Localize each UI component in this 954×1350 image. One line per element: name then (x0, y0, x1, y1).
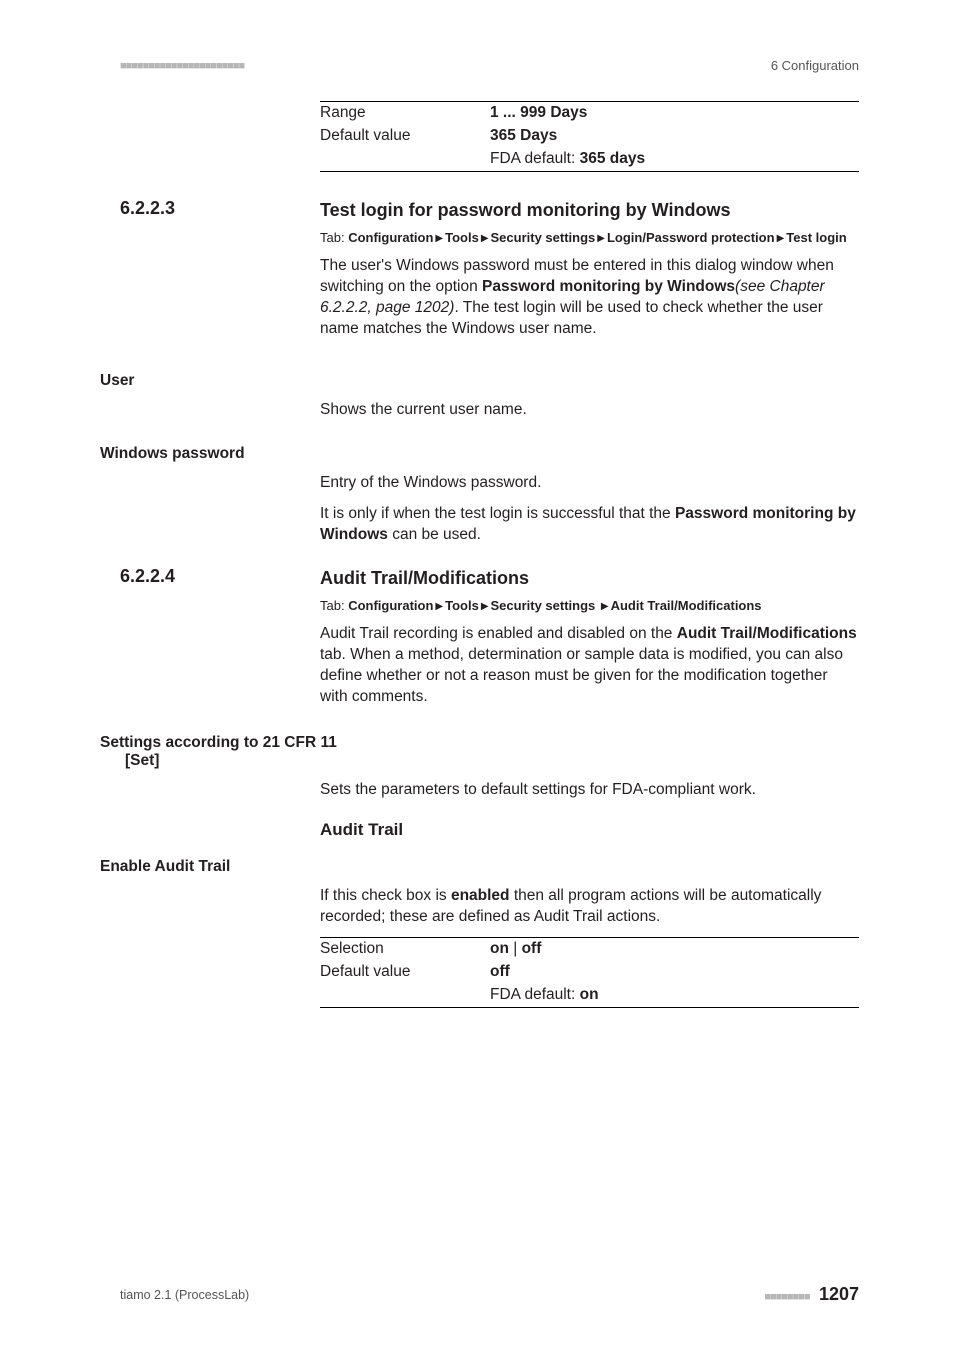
tab-path-6224: Tab: Configuration▶Tools▶Security settin… (320, 597, 859, 615)
breadcrumb: 6 Configuration (771, 58, 859, 73)
table-cell-value: on | off (490, 938, 859, 961)
section-6224-number: 6.2.2.4 (120, 566, 175, 586)
settings-21cfr11-heading: Settings according to 21 CFR 11 (100, 726, 859, 752)
audit-trail-heading: Audit Trail (320, 819, 859, 842)
range-default-table: Range1 ... 999 DaysDefault value365 Days… (320, 101, 859, 172)
table-cell-value: off (490, 961, 859, 984)
text-strong: enabled (451, 887, 510, 904)
set-body: Sets the parameters to default settings … (320, 780, 859, 801)
table-cell-key: Range (320, 102, 490, 125)
header-dots: ■■■■■■■■■■■■■■■■■■■■■■ (120, 60, 244, 72)
user-heading: User (100, 364, 859, 390)
windows-password-body-2: It is only if when the test login is suc… (320, 504, 859, 546)
text: can be used. (388, 526, 481, 543)
windows-password-heading: Windows password (100, 437, 859, 463)
table-cell-key: Selection (320, 938, 490, 961)
footer-left: tiamo 2.1 (ProcessLab) (120, 1288, 249, 1302)
footer-dots: ■■■■■■■■ (764, 1291, 809, 1303)
enable-audit-trail-table: Selectionon | offDefault valueoffFDA def… (320, 937, 859, 1008)
set-button-label: [Set] (100, 752, 859, 770)
table-cell-value: FDA default: 365 days (490, 148, 859, 171)
section-6224-paragraph: Audit Trail recording is enabled and dis… (320, 624, 859, 708)
text-strong: Audit Trail/Modifications (677, 625, 857, 642)
table-cell-value: 1 ... 999 Days (490, 102, 859, 125)
text-strong: Password monitoring by Windows (482, 278, 735, 295)
table-cell-key: Default value (320, 125, 490, 148)
text: Audit Trail recording is enabled and dis… (320, 625, 677, 642)
table-cell-key (320, 984, 490, 1007)
user-body: Shows the current user name. (320, 400, 859, 421)
table-cell-value: FDA default: on (490, 984, 859, 1007)
table-cell-value: 365 Days (490, 125, 859, 148)
page-number: 1207 (819, 1284, 859, 1304)
text: It is only if when the test login is suc… (320, 505, 675, 522)
enable-audit-trail-body: If this check box is enabled then all pr… (320, 886, 859, 928)
table-cell-key: Default value (320, 961, 490, 984)
enable-audit-trail-heading: Enable Audit Trail (100, 850, 859, 876)
section-6223-number: 6.2.2.3 (120, 198, 175, 218)
section-6223-paragraph: The user's Windows password must be ente… (320, 256, 859, 340)
windows-password-body-1: Entry of the Windows password. (320, 473, 859, 494)
table-cell-key (320, 148, 490, 171)
tab-path-6223: Tab: Configuration▶Tools▶Security settin… (320, 229, 859, 247)
text: tab. When a method, determination or sam… (320, 646, 843, 705)
section-6223-title: Test login for password monitoring by Wi… (320, 200, 731, 220)
text: If this check box is (320, 887, 451, 904)
section-6224-title: Audit Trail/Modifications (320, 568, 529, 588)
